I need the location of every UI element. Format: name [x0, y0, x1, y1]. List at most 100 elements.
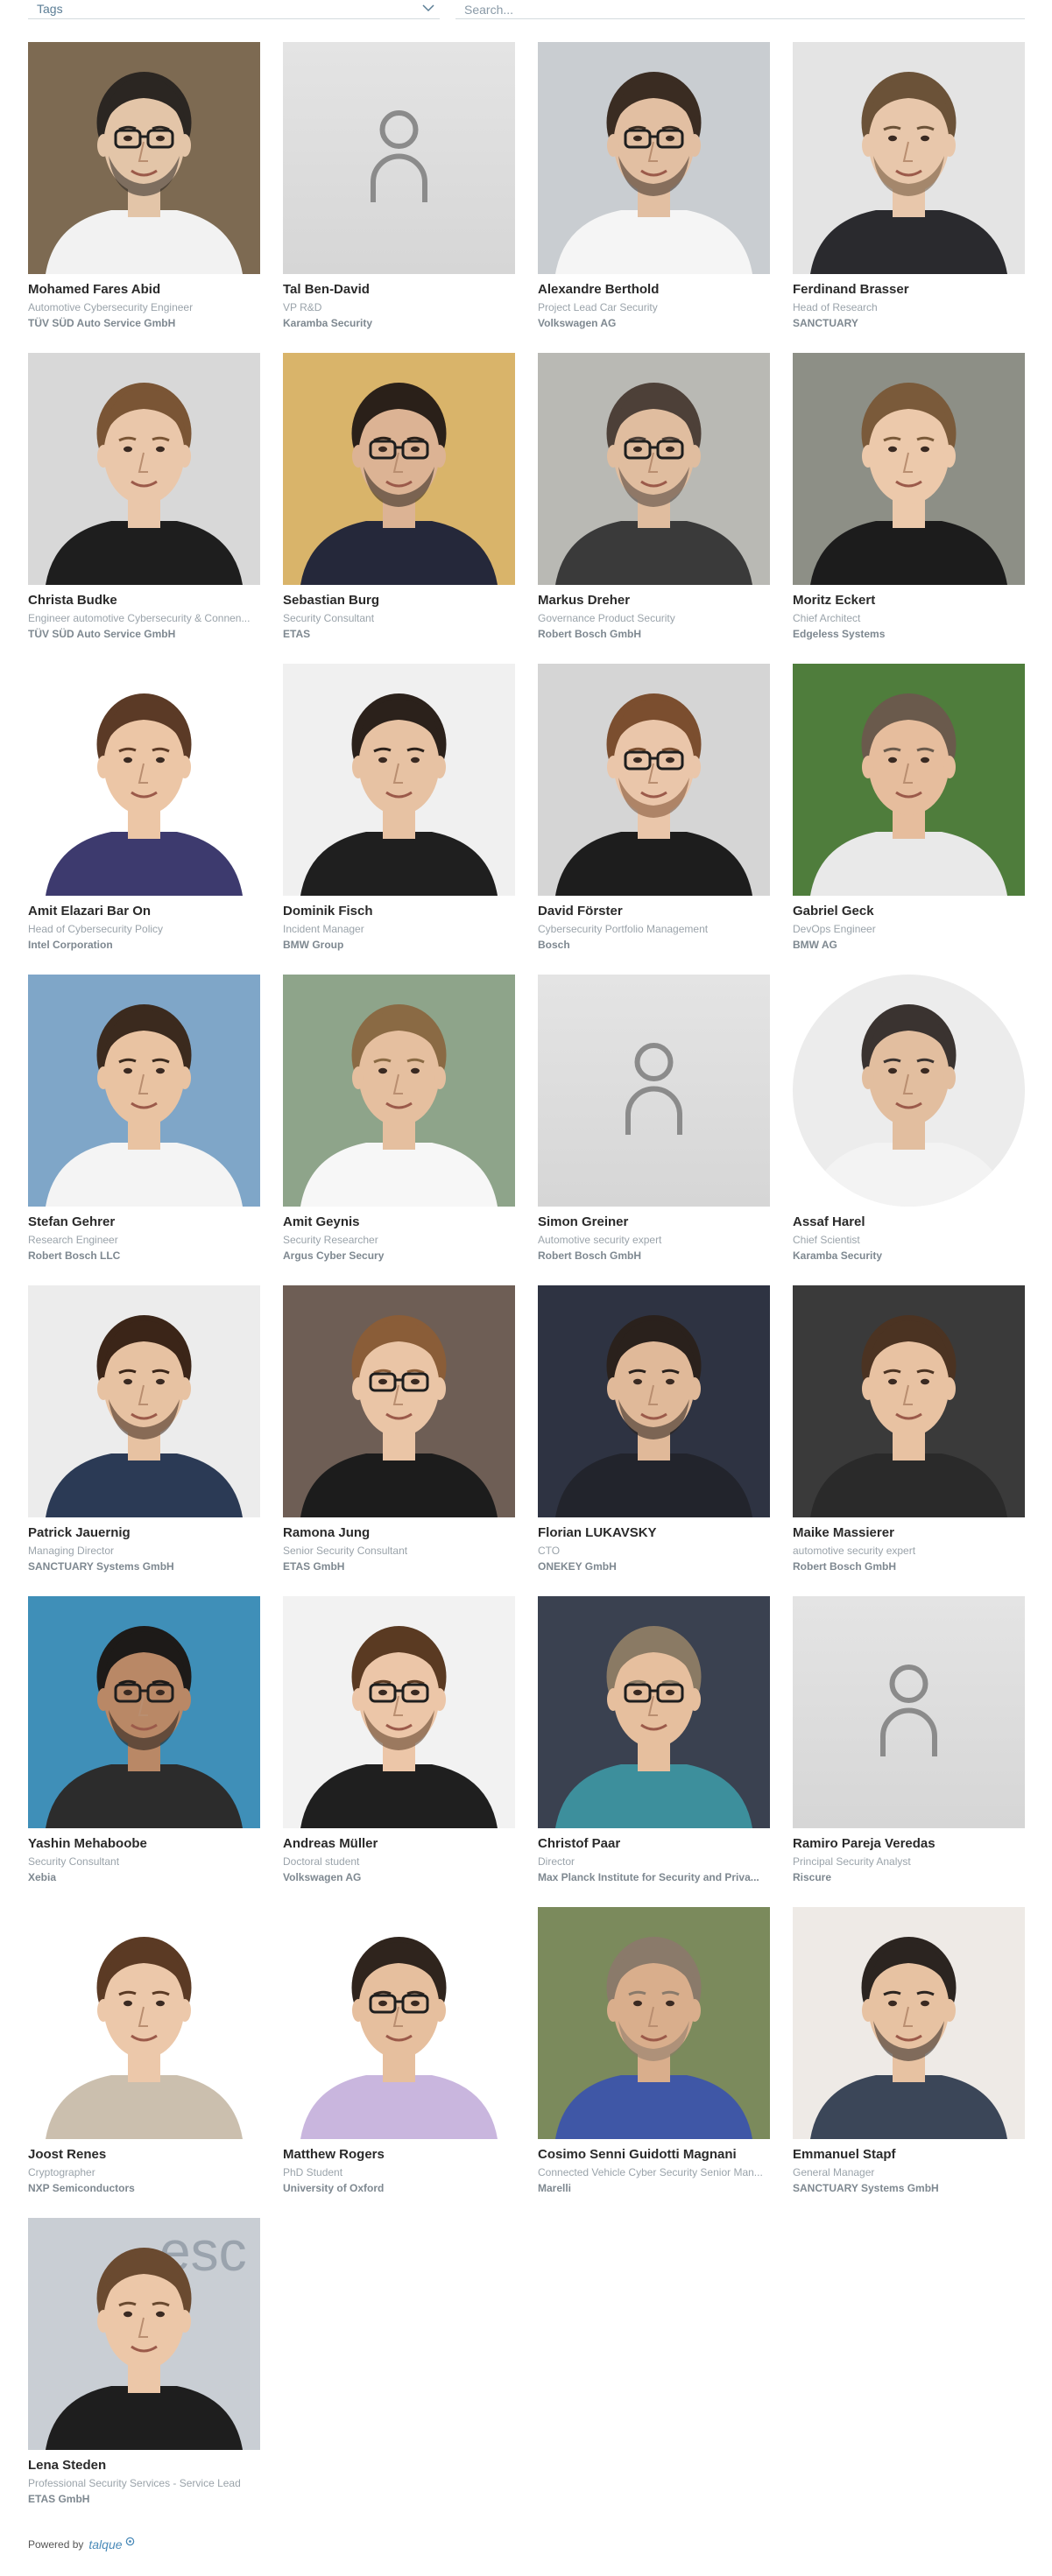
speaker-photo — [793, 975, 1025, 1207]
speaker-role: Governance Product Security — [538, 612, 675, 624]
talque-logo[interactable]: talque — [88, 2537, 122, 2551]
speaker-company: Robert Bosch LLC — [28, 1249, 121, 1262]
avatar-placeholder-icon — [283, 42, 515, 274]
speaker-card[interactable]: Mohamed Fares Abid Automotive Cybersecuri… — [28, 42, 260, 353]
speaker-role: Chief Scientist — [793, 1234, 860, 1246]
speaker-company: SANCTUARY Systems GmbH — [28, 1560, 174, 1573]
avatar-placeholder-icon — [538, 975, 770, 1207]
speaker-company: Robert Bosch GmbH — [538, 1249, 642, 1262]
speaker-card[interactable]: Christof Paar Director Max Planck Institut… — [538, 1596, 770, 1907]
speaker-company: Karamba Security — [793, 1249, 883, 1262]
tags-dropdown[interactable]: Tags — [28, 0, 440, 19]
speaker-company: Argus Cyber Secury — [283, 1249, 385, 1262]
speaker-name: Lena Steden — [28, 2458, 107, 2473]
speaker-name: David Förster — [538, 904, 623, 918]
speaker-card[interactable]: Christa Budke Engineer automotive Cyberse… — [28, 353, 260, 664]
speaker-name: Ramona Jung — [283, 1525, 371, 1540]
speaker-name: Patrick Jauernig — [28, 1525, 131, 1540]
speaker-name: Joost Renes — [28, 2147, 107, 2162]
speaker-photo — [283, 975, 515, 1207]
speaker-name: Ferdinand Brasser — [793, 282, 909, 297]
speaker-card[interactable]: Matthew Rogers PhD Student University of O… — [283, 1907, 515, 2218]
speaker-card[interactable]: Emmanuel Stapf General Manager SANCTUARY S… — [793, 1907, 1025, 2218]
speaker-photo — [283, 353, 515, 585]
speaker-photo — [538, 353, 770, 585]
speaker-card[interactable]: David Förster Cybersecurity Portfolio Man… — [538, 664, 770, 975]
speaker-name: Yashin Mehaboobe — [28, 1836, 147, 1851]
speaker-name: Christof Paar — [538, 1836, 621, 1851]
speaker-photo — [28, 42, 260, 274]
speaker-card[interactable]: Moritz Eckert Chief Architect Edgeless Sys… — [793, 353, 1025, 664]
speaker-name: Gabriel Geck — [793, 904, 874, 918]
speaker-card[interactable]: Ferdinand Brasser Head of Research SANCTUA… — [793, 42, 1025, 353]
speaker-company: TÜV SÜD Auto Service GmbH — [28, 628, 176, 640]
speaker-card[interactable]: Simon Greiner Automotive security expert R… — [538, 975, 770, 1285]
speaker-role: Automotive Cybersecurity Engineer — [28, 301, 194, 313]
speaker-name: Assaf Harel — [793, 1214, 865, 1229]
speaker-card[interactable]: Assaf Harel Chief Scientist Karamba Securi… — [793, 975, 1025, 1285]
speaker-role: VP R&D — [283, 301, 322, 313]
speaker-card[interactable]: Andreas Müller Doctoral student Volkswagen… — [283, 1596, 515, 1907]
speaker-role: Chief Architect — [793, 612, 861, 624]
speaker-company: Volkswagen AG — [283, 1871, 362, 1883]
speaker-card[interactable]: esc Lena Steden Professional Security Serv… — [28, 2218, 260, 2529]
speaker-card[interactable]: Amit Geynis Security Researcher Argus Cybe… — [283, 975, 515, 1285]
filter-bar: Tags — [28, 0, 1025, 19]
speaker-role: automotive security expert — [793, 1545, 916, 1557]
speaker-company: Volkswagen AG — [538, 317, 617, 329]
speaker-card[interactable]: Sebastian Burg Security Consultant ETAS — [283, 353, 515, 664]
speaker-role: Director — [538, 1855, 575, 1868]
speaker-card[interactable]: Ramona Jung Senior Security Consultant ETA… — [283, 1285, 515, 1596]
speaker-company: Karamba Security — [283, 317, 373, 329]
speaker-name: Markus Dreher — [538, 593, 631, 608]
speaker-card[interactable]: Maike Massierer automotive security exper… — [793, 1285, 1025, 1596]
speaker-photo — [28, 1285, 260, 1517]
speaker-company: ETAS — [283, 628, 311, 640]
speaker-card[interactable]: Markus Dreher Governance Product Security… — [538, 353, 770, 664]
talque-logo-icon — [125, 2537, 134, 2545]
speaker-card[interactable]: Amit Elazari Bar On Head of Cybersecurity… — [28, 664, 260, 975]
speaker-card[interactable]: Ramiro Pareja Veredas Principal Security … — [793, 1596, 1025, 1907]
speaker-company: Riscure — [793, 1871, 832, 1883]
speaker-name: Dominik Fisch — [283, 904, 373, 918]
speaker-company: Max Planck Institute for Security and Pr… — [538, 1871, 759, 1883]
speaker-role: Engineer automotive Cybersecurity & Conn… — [28, 612, 251, 624]
tags-dropdown-label: Tags — [37, 2, 63, 16]
speaker-card[interactable]: Yashin Mehaboobe Security Consultant Xebia — [28, 1596, 260, 1907]
speaker-card[interactable]: Gabriel Geck DevOps Engineer BMW AG — [793, 664, 1025, 975]
footer: Powered by talque — [28, 2536, 135, 2553]
speaker-name: Ramiro Pareja Veredas — [793, 1836, 936, 1851]
speaker-card[interactable]: Alexandre Berthold Project Lead Car Secur… — [538, 42, 770, 353]
speaker-card[interactable]: Stefan Gehrer Research Engineer Robert Bos… — [28, 975, 260, 1285]
speaker-photo — [538, 42, 770, 274]
speaker-card[interactable]: Cosimo Senni Guidotti Magnani Connected V… — [538, 1907, 770, 2218]
speaker-company: ETAS GmbH — [283, 1560, 345, 1573]
speaker-company: NXP Semiconductors — [28, 2182, 135, 2194]
speaker-role: CTO — [538, 1545, 561, 1557]
speaker-role: Managing Director — [28, 1545, 115, 1557]
speaker-role: Head of Research — [793, 301, 878, 313]
speaker-card[interactable]: Joost Renes Cryptographer NXP Semiconducto… — [28, 1907, 260, 2218]
speaker-name: Emmanuel Stapf — [793, 2147, 896, 2162]
search-input[interactable] — [455, 0, 1025, 19]
speaker-card[interactable]: Dominik Fisch Incident Manager BMW Group — [283, 664, 515, 975]
speaker-photo — [28, 1596, 260, 1828]
speaker-card[interactable]: Patrick Jauernig Managing Director SANCTUA… — [28, 1285, 260, 1596]
speaker-company: Bosch — [538, 939, 570, 951]
speaker-name: Amit Geynis — [283, 1214, 360, 1229]
speaker-company: University of Oxford — [283, 2182, 385, 2194]
speaker-card[interactable]: Tal Ben-David VP R&D Karamba Security — [283, 42, 515, 353]
speaker-role: Cybersecurity Portfolio Management — [538, 923, 709, 935]
speaker-role: Security Consultant — [283, 612, 375, 624]
speaker-grid: Mohamed Fares Abid Automotive Cybersecuri… — [28, 42, 1025, 2529]
speaker-company: Intel Corporation — [28, 939, 113, 951]
speaker-name: Tal Ben-David — [283, 282, 370, 297]
speaker-card[interactable]: Florian LUKAVSKY CTO ONEKEY GmbH — [538, 1285, 770, 1596]
speaker-role: Professional Security Services - Service… — [28, 2477, 241, 2489]
speaker-photo — [793, 1285, 1025, 1517]
speaker-photo — [283, 1907, 515, 2139]
speaker-name: Cosimo Senni Guidotti Magnani — [538, 2147, 737, 2162]
speaker-photo — [538, 1907, 770, 2139]
speaker-role: Project Lead Car Security — [538, 301, 658, 313]
speaker-photo — [28, 664, 260, 896]
